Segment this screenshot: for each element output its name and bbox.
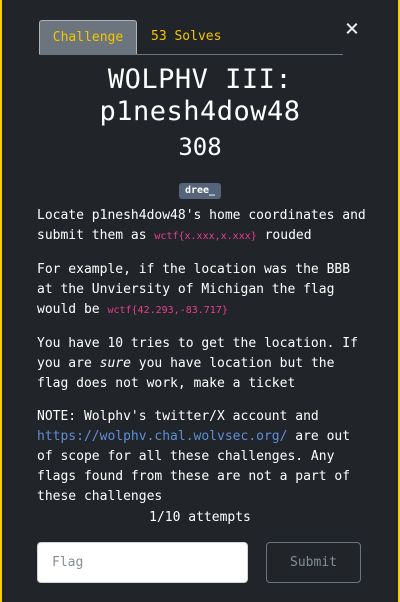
challenge-title-line1: WOLPHV III: <box>107 64 293 95</box>
flag-input[interactable] <box>37 542 248 583</box>
challenge-description: Locate p1nesh4dow48's home coordinates a… <box>37 206 372 520</box>
description-paragraph-1: Locate p1nesh4dow48's home coordinates a… <box>37 206 372 247</box>
attempts-counter: 1/10 attempts <box>149 510 251 525</box>
tab-bar: Challenge 53 Solves <box>39 20 343 55</box>
wolphv-link[interactable]: https://wolphv.chal.wolvsec.org/ <box>37 429 287 444</box>
description-text: rouded <box>256 228 312 243</box>
description-text: NOTE: Wolphv's twitter/X account and <box>37 409 319 424</box>
description-paragraph-3: You have 10 tries to get the location. I… <box>37 334 372 394</box>
close-icon[interactable]: × <box>341 16 363 40</box>
description-paragraph-2: For example, if the location was the BBB… <box>37 260 372 321</box>
submit-button[interactable]: Submit <box>266 542 361 583</box>
tab-solves[interactable]: 53 Solves <box>151 20 221 54</box>
tag-container: dree_ <box>2 178 398 199</box>
challenge-points: 308 <box>178 133 222 161</box>
challenge-modal: Challenge 53 Solves × WOLPHV III: p1nesh… <box>2 0 398 602</box>
challenge-title: WOLPHV III: p1nesh4dow48 <box>2 64 398 128</box>
tab-challenge[interactable]: Challenge <box>39 20 137 54</box>
flag-format-code: wctf{x.xxx,x.xxx} <box>154 231 257 242</box>
description-paragraph-4: NOTE: Wolphv's twitter/X account and htt… <box>37 407 372 507</box>
author-tag: dree_ <box>178 183 222 199</box>
challenge-title-line2: p1nesh4dow48 <box>99 96 301 127</box>
description-emphasis: sure <box>99 356 131 371</box>
example-flag-code: wctf{42.293,-83.717} <box>107 305 228 316</box>
